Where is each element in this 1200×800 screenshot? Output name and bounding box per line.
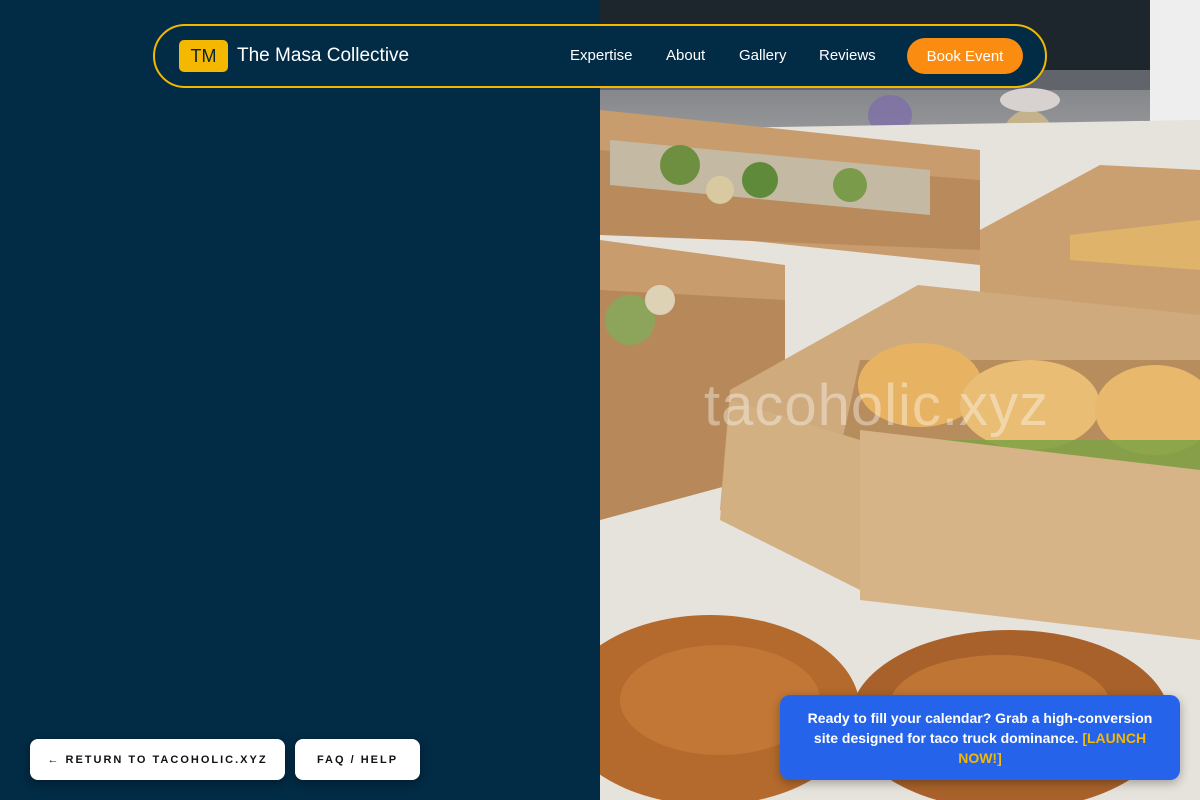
top-navbar: TM The Masa Collective Expertise About G… <box>153 24 1047 88</box>
brand-name[interactable]: The Masa Collective <box>237 45 409 67</box>
nav-link-gallery[interactable]: Gallery <box>739 47 787 64</box>
hero-navy-panel <box>0 0 600 800</box>
nav-link-reviews[interactable]: Reviews <box>819 47 876 64</box>
landing-page: tacoholic.xyz TM The Masa Collective Exp… <box>0 0 1200 800</box>
nav-link-expertise[interactable]: Expertise <box>570 47 633 64</box>
promo-banner[interactable]: Ready to fill your calendar? Grab a high… <box>780 695 1180 780</box>
watermark-text: tacoholic.xyz <box>704 373 1050 438</box>
logo-badge[interactable]: TM <box>179 40 228 72</box>
nav-link-about[interactable]: About <box>666 47 705 64</box>
book-event-button[interactable]: Book Event <box>907 38 1023 74</box>
faq-help-button[interactable]: FAQ / HELP <box>295 739 420 780</box>
return-to-site-button[interactable]: ← RETURN TO TACOHOLIC.XYZ <box>30 739 285 780</box>
